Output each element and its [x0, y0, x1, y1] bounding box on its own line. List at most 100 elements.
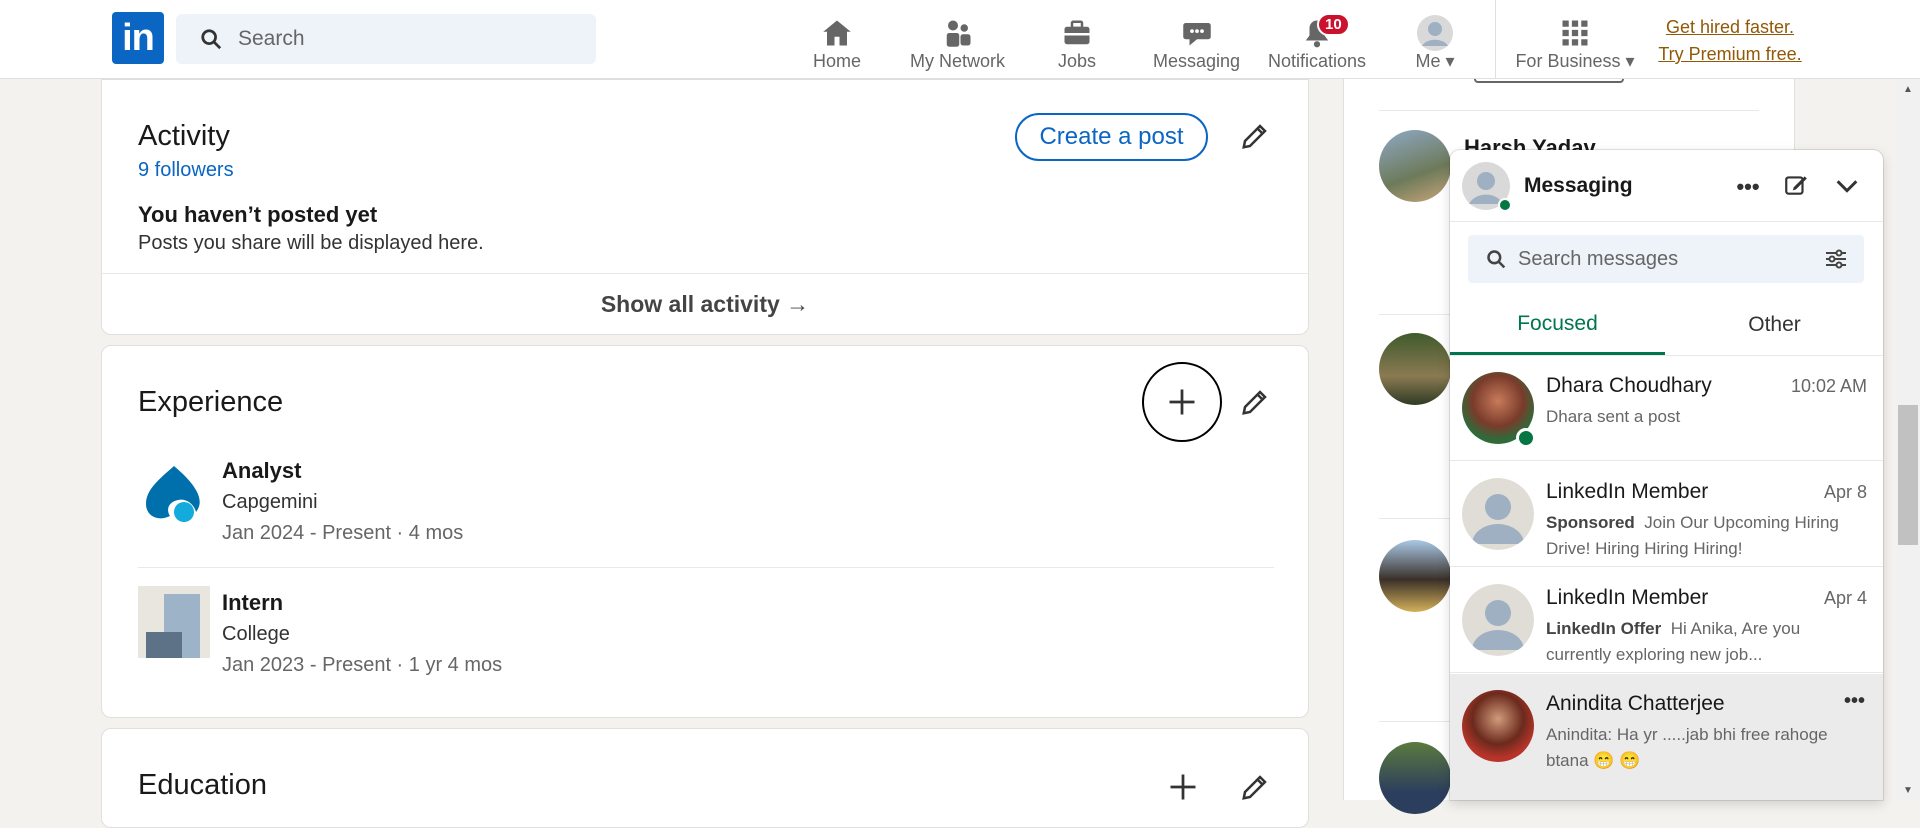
premium-upsell[interactable]: Get hired faster. Try Premium free. — [1645, 14, 1815, 68]
plus-icon — [1169, 389, 1195, 415]
conversation-snippet: Dhara sent a post — [1546, 407, 1681, 426]
edit-experience-button[interactable] — [1237, 384, 1273, 420]
nav-for-business[interactable]: For Business ▾ — [1510, 8, 1640, 72]
search-bar[interactable]: Search — [176, 14, 596, 64]
conversation-snippet-wrap: Sponsored Join Our Upcoming Hiring Drive… — [1546, 510, 1866, 562]
filter-icon[interactable] — [1824, 247, 1848, 271]
conversation-name: LinkedIn Member — [1546, 586, 1709, 609]
scroll-up-arrow-icon[interactable]: ▲ — [1896, 79, 1920, 99]
add-experience-button[interactable] — [1142, 362, 1222, 442]
education-card: Education — [101, 728, 1309, 828]
activity-title: Activity — [138, 120, 230, 152]
nav-for-business-label-wrap: For Business ▾ — [1515, 50, 1634, 72]
nav-jobs[interactable]: Jobs — [1037, 8, 1117, 72]
nav-my-network[interactable]: My Network — [900, 8, 1015, 72]
divider — [1379, 110, 1759, 111]
grid-icon — [1555, 16, 1595, 50]
my-avatar[interactable] — [1462, 162, 1512, 212]
experience-company: College — [222, 623, 290, 645]
experience-role: Analyst — [222, 458, 302, 483]
conversation-time: Apr 4 — [1823, 588, 1867, 608]
nav-home[interactable]: Home — [797, 8, 877, 72]
search-icon — [201, 29, 222, 50]
capgemini-logo[interactable] — [138, 458, 210, 530]
nav-jobs-label: Jobs — [1057, 51, 1097, 71]
conversation-item[interactable]: LinkedIn Member Apr 8 Sponsored Join Our… — [1450, 462, 1883, 567]
rail-button-edge — [1474, 79, 1624, 83]
edit-activity-button[interactable] — [1237, 118, 1273, 154]
sponsored-label: Sponsored — [1546, 513, 1635, 532]
scroll-down-arrow-icon[interactable]: ▼ — [1896, 780, 1920, 800]
pencil-icon — [1242, 390, 1267, 415]
search-placeholder: Search — [238, 27, 305, 50]
experience-item-intern[interactable]: Intern College Jan 2023 - Present · 1 yr… — [222, 588, 502, 680]
create-post-button[interactable]: Create a post — [1015, 113, 1208, 161]
chat-icon — [1177, 16, 1217, 50]
conversation-item[interactable]: Anindita Chatterjee ••• Anindita: Ha yr … — [1450, 674, 1883, 800]
profile-avatar[interactable] — [1379, 742, 1451, 814]
nav-home-label: Home — [812, 51, 861, 71]
experience-dates: Jan 2023 - Present · 1 yr 4 mos — [222, 654, 503, 676]
empty-body: Posts you share will be displayed here. — [138, 232, 484, 254]
tab-focused[interactable]: Focused — [1450, 295, 1665, 355]
empty-title: You haven’t posted yet — [138, 202, 378, 227]
education-title: Education — [138, 769, 267, 801]
global-nav: in Search Home My Network Jobs Messaging… — [0, 0, 1920, 79]
network-icon — [938, 16, 978, 50]
bell-icon: 10 — [1297, 13, 1350, 50]
conversation-snippet-wrap: LinkedIn Offer Hi Anika, Are you current… — [1546, 616, 1866, 668]
search-messages-input[interactable]: Search messages — [1468, 235, 1864, 283]
nav-for-business-label: For Business — [1515, 51, 1621, 71]
nav-me[interactable]: Me ▾ — [1395, 8, 1475, 72]
followers-link[interactable]: 9 followers — [138, 159, 234, 182]
profile-avatar[interactable] — [1379, 540, 1451, 612]
premium-line-1[interactable]: Get hired faster. — [1645, 14, 1815, 41]
offer-label: LinkedIn Offer — [1546, 619, 1662, 638]
nav-messaging[interactable]: Messaging — [1145, 8, 1248, 72]
conversation-name: Dhara Choudhary — [1546, 374, 1712, 397]
nav-me-label-wrap: Me ▾ — [1415, 50, 1454, 72]
experience-item-analyst[interactable]: Analyst Capgemini Jan 2024 - Present · 4… — [222, 456, 463, 548]
collapse-chevron-icon[interactable] — [1833, 172, 1863, 202]
profile-avatar[interactable] — [1379, 130, 1451, 202]
divider — [138, 567, 1274, 568]
conversation-time: Apr 8 — [1823, 482, 1867, 502]
contact-avatar — [1462, 584, 1534, 656]
briefcase-icon — [1057, 16, 1097, 50]
compose-icon[interactable] — [1783, 172, 1813, 202]
experience-dates: Jan 2024 - Present · 4 mos — [222, 522, 464, 544]
nav-messaging-label: Messaging — [1152, 51, 1241, 71]
nav-me-label: Me — [1415, 51, 1441, 71]
notifications-badge: 10 — [1317, 13, 1350, 36]
pencil-icon — [1242, 124, 1267, 149]
tab-other[interactable]: Other — [1667, 295, 1882, 355]
nav-notifications-label: Notifications — [1267, 51, 1367, 71]
plus-icon — [1170, 774, 1196, 800]
scrollbar-thumb[interactable] — [1898, 405, 1918, 545]
chevron-down-icon: ▾ — [1625, 51, 1635, 71]
contact-avatar — [1462, 690, 1534, 762]
nav-my-network-label: My Network — [909, 51, 1005, 71]
messaging-overlay: Messaging ••• Search messages Focused Ot… — [1450, 150, 1883, 800]
messaging-title: Messaging — [1524, 174, 1633, 197]
conversation-more-icon[interactable]: ••• — [1844, 690, 1865, 713]
search-messages-placeholder: Search messages — [1518, 247, 1679, 270]
linkedin-logo[interactable]: in — [112, 12, 164, 64]
company-placeholder-logo[interactable] — [138, 586, 210, 658]
conversation-item[interactable]: Dhara Choudhary 10:02 AM Dhara sent a po… — [1450, 356, 1883, 461]
conversation-snippet: Anindita: Ha yr .....jab bhi free rahoge… — [1546, 725, 1828, 770]
more-options-icon[interactable]: ••• — [1733, 172, 1763, 202]
page-scrollbar[interactable]: ▲ ▼ — [1896, 79, 1920, 800]
pencil-icon — [1242, 775, 1267, 800]
online-status-dot — [1498, 198, 1512, 212]
show-all-activity-link[interactable]: Show all activity → — [102, 274, 1308, 334]
contact-avatar — [1462, 478, 1534, 550]
search-icon — [1487, 250, 1506, 269]
experience-role: Intern — [222, 590, 284, 615]
nav-notifications[interactable]: 10 Notifications — [1262, 8, 1372, 72]
profile-avatar[interactable] — [1379, 333, 1451, 405]
messaging-header[interactable]: Messaging ••• — [1450, 150, 1883, 222]
conversation-item[interactable]: LinkedIn Member Apr 4 LinkedIn Offer Hi … — [1450, 568, 1883, 673]
premium-line-2[interactable]: Try Premium free. — [1645, 41, 1815, 68]
experience-card: Experience Analyst Capgemini Jan 2024 - … — [101, 345, 1309, 718]
